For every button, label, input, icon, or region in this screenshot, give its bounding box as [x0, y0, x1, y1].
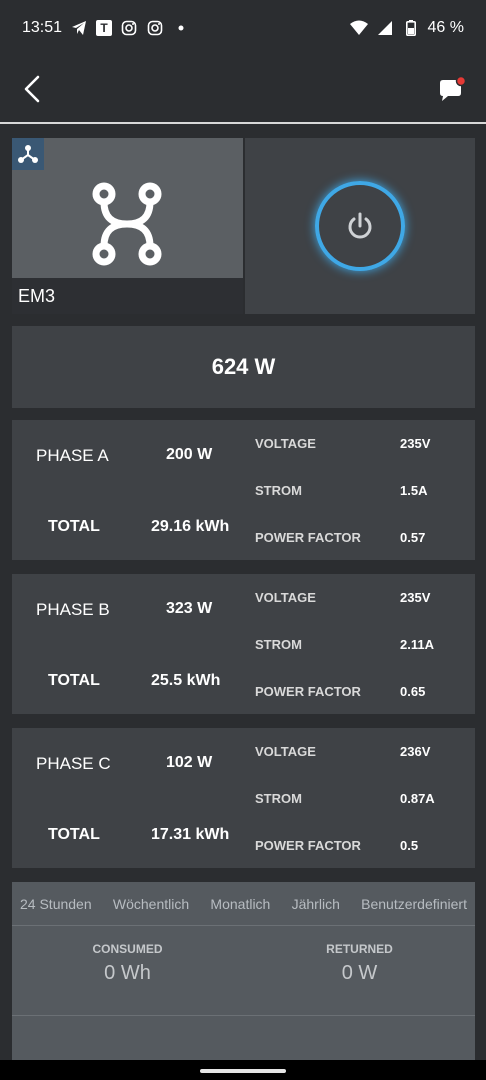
phase-power: 200 W [166, 446, 213, 463]
returned-stat: RETURNED 0 W [244, 942, 475, 985]
device-tile[interactable]: EM3 [12, 138, 243, 314]
divider [12, 1015, 475, 1016]
instagram-icon [120, 19, 138, 37]
status-bar: 13:51 T 46 % [0, 0, 486, 56]
consumed-stat: CONSUMED 0 Wh [12, 942, 243, 985]
battery-icon [402, 19, 420, 37]
phase-a-panel: PHASE A 200 W TOTAL 29.16 kWh VOLTAGE 23… [12, 420, 475, 560]
phase-total-label: TOTAL [48, 518, 100, 535]
chat-notification-icon [440, 75, 467, 101]
current-value: 0.87A [400, 791, 435, 806]
status-bar-right: 46 % [349, 19, 464, 37]
voltage-value: 235V [400, 436, 431, 451]
status-bar-left: 13:51 T [22, 19, 190, 37]
tab-woechentlich[interactable]: Wöchentlich [113, 896, 189, 912]
current-value: 2.11A [400, 637, 434, 652]
total-power-panel: 624 W [12, 326, 475, 408]
network-icon [18, 145, 38, 163]
shared-badge [12, 138, 44, 170]
phase-power: 323 W [166, 600, 213, 617]
returned-value: 0 W [341, 962, 378, 984]
phase-title: PHASE A [36, 446, 109, 465]
battery-percent: 46 % [427, 19, 464, 36]
current-label: STROM [255, 637, 302, 652]
power-factor-value: 0.65 [400, 684, 426, 699]
consumed-label: CONSUMED [92, 942, 163, 956]
phase-total-value: 29.16 kWh [151, 518, 230, 535]
phase-c-panel: PHASE C 102 W TOTAL 17.31 kWh VOLTAGE 23… [12, 728, 475, 868]
tab-24-stunden[interactable]: 24 Stunden [20, 896, 92, 912]
signal-icon [376, 19, 394, 37]
voltage-label: VOLTAGE [255, 436, 316, 451]
voltage-label: VOLTAGE [255, 744, 316, 759]
status-time: 13:51 [22, 19, 63, 36]
tab-monatlich[interactable]: Monatlich [210, 896, 270, 912]
tab-benutzerdefiniert[interactable]: Benutzerdefiniert [361, 896, 467, 912]
consumed-value: 0 Wh [104, 962, 151, 984]
phase-total-value: 17.31 kWh [151, 826, 230, 843]
tab-jaehrlich[interactable]: Jährlich [292, 896, 340, 912]
phase-power: 102 W [166, 754, 213, 771]
power-factor-label: POWER FACTOR [255, 684, 361, 699]
wifi-icon [349, 19, 368, 37]
voltage-value: 235V [400, 590, 431, 605]
power-toggle-button[interactable] [315, 181, 405, 271]
dot-icon [172, 19, 190, 37]
phase-total-label: TOTAL [48, 826, 100, 843]
current-label: STROM [255, 791, 302, 806]
voltage-label: VOLTAGE [255, 590, 316, 605]
returned-label: RETURNED [326, 942, 393, 956]
phase-b-panel: PHASE B 323 W TOTAL 25.5 kWh VOLTAGE 235… [12, 574, 475, 714]
t-app-icon: T [96, 20, 113, 36]
history-panel: 24 Stunden Wöchentlich Monatlich Jährlic… [12, 882, 475, 1072]
total-power-value: 624 W [211, 354, 276, 379]
back-button[interactable] [18, 74, 48, 104]
phase-total-value: 25.5 kWh [151, 672, 221, 689]
power-tile [245, 138, 475, 314]
device-name: EM3 [12, 278, 243, 314]
telegram-icon [70, 19, 88, 37]
phase-total-label: TOTAL [48, 672, 100, 689]
power-factor-value: 0.5 [400, 838, 419, 853]
energy-meter-icon [92, 182, 162, 266]
power-factor-label: POWER FACTOR [255, 838, 361, 853]
app-bar [0, 56, 486, 124]
phase-title: PHASE C [36, 754, 111, 773]
power-icon [348, 212, 372, 239]
power-factor-value: 0.57 [400, 530, 426, 545]
power-factor-label: POWER FACTOR [255, 530, 361, 545]
notifications-button[interactable] [438, 75, 468, 104]
current-value: 1.5A [400, 483, 428, 498]
period-tabs: 24 Stunden Wöchentlich Monatlich Jährlic… [12, 882, 475, 926]
instagram-icon [146, 19, 164, 37]
phase-title: PHASE B [36, 600, 110, 619]
home-handle[interactable] [200, 1069, 286, 1073]
current-label: STROM [255, 483, 302, 498]
voltage-value: 236V [400, 744, 431, 759]
chevron-left-icon [24, 75, 40, 103]
